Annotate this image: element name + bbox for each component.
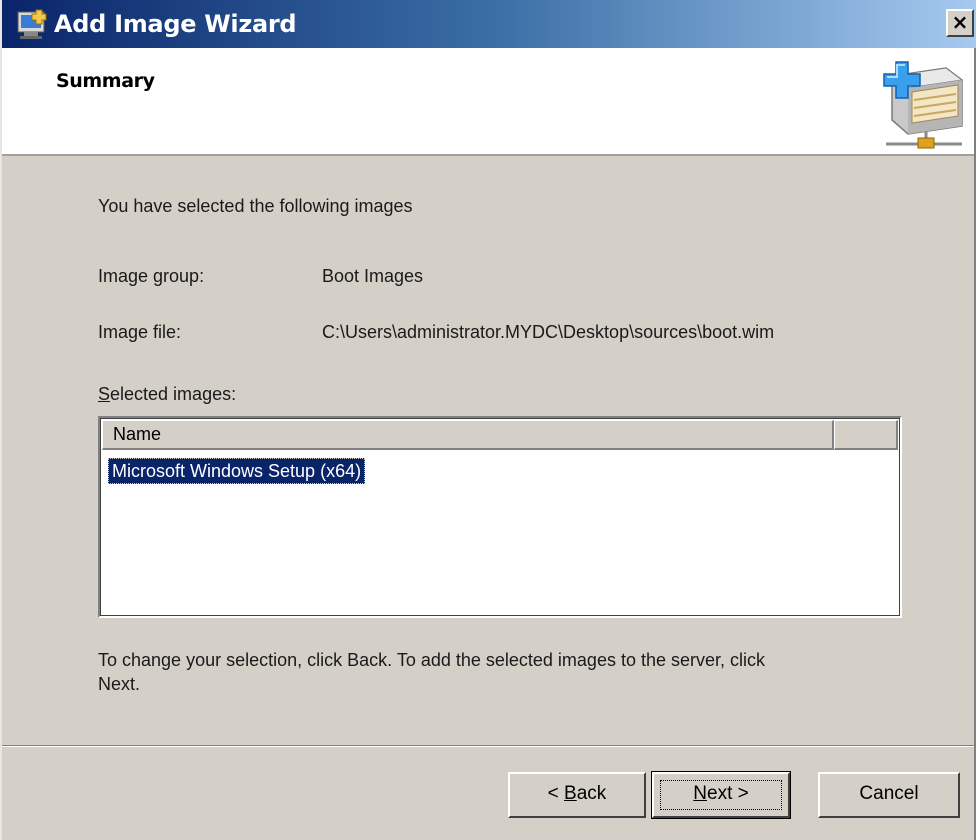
cancel-button-label: Cancel (859, 783, 919, 804)
back-button-prefix: < (547, 783, 565, 804)
back-button-label: ack (576, 783, 607, 804)
back-button-mnemonic: B (564, 783, 577, 804)
image-group-value: Boot Images (322, 266, 424, 286)
window-title: Add Image Wizard (54, 10, 297, 38)
focus-rectangle (660, 780, 782, 810)
selected-images-label-text: elected images: (110, 384, 237, 404)
column-header-name[interactable]: Name (102, 420, 834, 450)
cancel-button[interactable]: Cancel (818, 772, 960, 818)
instructions-line-2: Next. (98, 674, 141, 694)
image-file-value: C:\Users\administrator.MYDC\Desktop\sour… (322, 322, 775, 342)
wizard-header: Summary (2, 48, 974, 156)
column-header-empty[interactable] (834, 420, 898, 450)
selected-images-label: Selected images: (98, 384, 236, 405)
page-title: Summary (56, 70, 155, 92)
image-file-label: Image file: (98, 322, 182, 342)
image-group-label: Image group: (98, 266, 205, 286)
list-header: Name (102, 420, 898, 450)
selected-images-mnemonic: S (98, 384, 111, 404)
title-bar[interactable]: Add Image Wizard × (2, 0, 976, 48)
close-icon: × (951, 10, 969, 34)
close-button[interactable]: × (946, 9, 974, 37)
add-image-server-icon (883, 61, 964, 149)
back-button[interactable]: < Back (508, 772, 646, 818)
add-image-wizard-window: Add Image Wizard × Summary You have sele… (0, 0, 976, 840)
list-item[interactable]: Microsoft Windows Setup (x64) (108, 458, 366, 484)
wizard-app-icon (17, 9, 47, 39)
instructions-line-1: To change your selection, click Back. To… (98, 650, 766, 670)
selected-images-list[interactable]: Name Microsoft Windows Setup (x64) (98, 416, 902, 618)
next-button[interactable]: Next > (651, 771, 791, 819)
footer-divider (2, 745, 974, 747)
intro-text: You have selected the following images (98, 196, 413, 216)
